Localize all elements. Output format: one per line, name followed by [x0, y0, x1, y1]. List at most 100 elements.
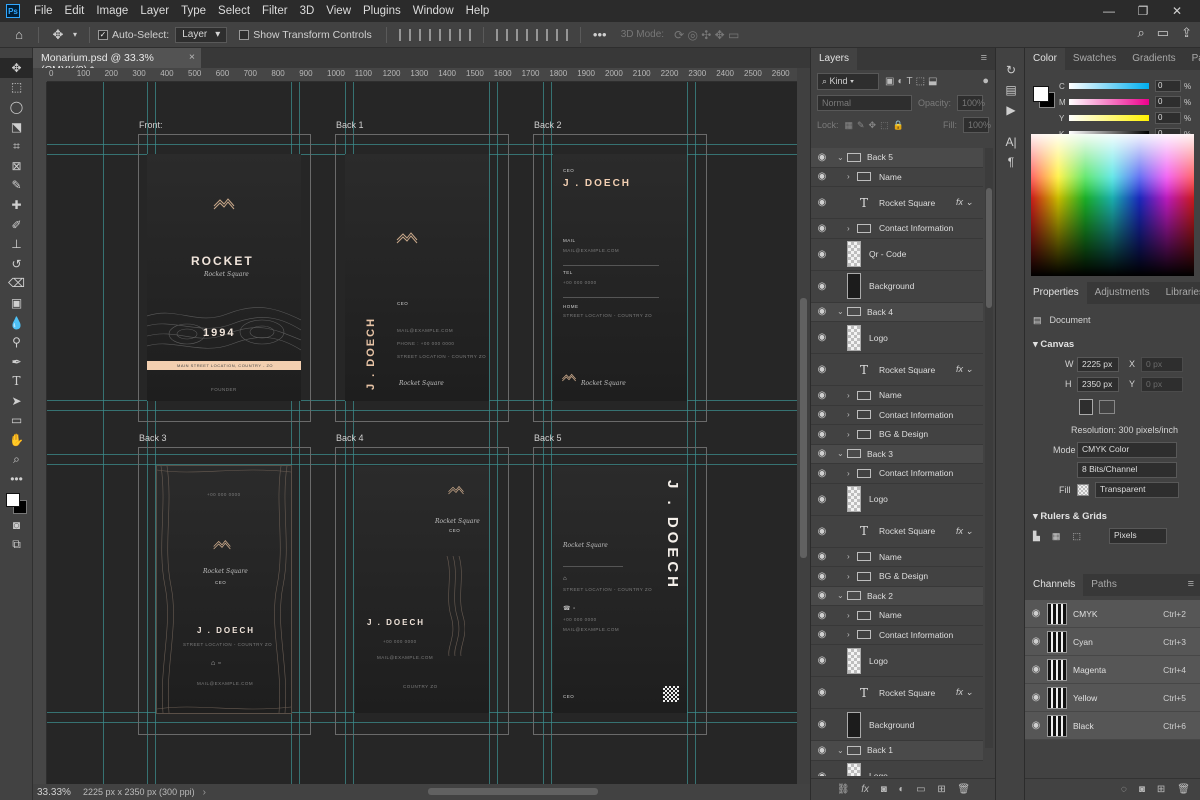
chevron-down-icon[interactable]: ▾: [69, 25, 81, 45]
visibility-eye-icon[interactable]: ◉: [811, 171, 833, 182]
fill-swatch[interactable]: [1077, 484, 1089, 496]
blend-mode-dropdown[interactable]: Normal: [817, 95, 912, 111]
history-brush-tool-icon[interactable]: ↺: [0, 254, 33, 274]
transform-controls-checkbox[interactable]: [239, 29, 250, 40]
chevron-right-icon[interactable]: ›: [847, 611, 857, 620]
layer-row[interactable]: ◉ Qr - Code: [811, 239, 983, 271]
chevron-right-icon[interactable]: ›: [847, 224, 857, 233]
layer-row[interactable]: ◉ › BG & Design: [811, 425, 983, 445]
layer-row[interactable]: ◉ Logo: [811, 484, 983, 516]
units-select[interactable]: Pixels: [1108, 528, 1167, 544]
grid-toggle-icon[interactable]: ▦: [1052, 531, 1061, 542]
visibility-eye-icon[interactable]: ◉: [1025, 608, 1047, 619]
chevron-down-icon[interactable]: ⌄: [837, 449, 847, 458]
card-back-3[interactable]: +00 000 0000 Rocket Square CEO J . DOECH…: [156, 465, 292, 714]
rulers-grids-section[interactable]: ▾ Rulers & Grids: [1025, 506, 1200, 526]
visibility-eye-icon[interactable]: ◉: [811, 223, 833, 234]
menu-view[interactable]: View: [320, 5, 357, 17]
visibility-eye-icon[interactable]: ◉: [811, 364, 833, 375]
zoom-tool-icon[interactable]: ⌕: [0, 450, 33, 470]
align-right-icon[interactable]: [438, 28, 451, 41]
visibility-eye-icon[interactable]: ◉: [1025, 720, 1047, 731]
channel-row[interactable]: ◉ Black Ctrl+6: [1025, 712, 1200, 740]
ruler-origin[interactable]: [33, 68, 47, 82]
frame-tool-icon[interactable]: ⊠: [0, 156, 33, 176]
visibility-eye-icon[interactable]: ◉: [811, 551, 833, 562]
color-swatches[interactable]: [0, 489, 32, 515]
visibility-eye-icon[interactable]: ◉: [1025, 664, 1047, 675]
channel-row[interactable]: ◉ Yellow Ctrl+5: [1025, 684, 1200, 712]
artboard-label-front[interactable]: Front:: [139, 120, 163, 130]
fill-select[interactable]: Transparent: [1095, 482, 1179, 498]
visibility-eye-icon[interactable]: ◉: [811, 281, 833, 292]
filter-icons[interactable]: ▣◐T⬚⬓: [885, 76, 941, 87]
menu-image[interactable]: Image: [90, 5, 134, 17]
marquee-tool-icon[interactable]: ⬚: [0, 78, 33, 98]
tab-libraries[interactable]: Libraries: [1158, 282, 1200, 304]
workspace-icon[interactable]: ▭: [1157, 25, 1169, 41]
document-size[interactable]: 2225 px x 2350 px (300 ppi): [83, 787, 195, 797]
add-mask-icon[interactable]: ◙: [881, 784, 887, 795]
artboard-label-back-2[interactable]: Back 2: [534, 120, 562, 130]
character-icon[interactable]: A|: [996, 132, 1026, 152]
scroll-thumb[interactable]: [800, 298, 807, 558]
layer-row[interactable]: ◉ › BG & Design: [811, 567, 983, 587]
landscape-icon[interactable]: [1099, 400, 1115, 414]
layer-row[interactable]: ◉ T Rocket Square fx ⌄: [811, 516, 983, 548]
visibility-eye-icon[interactable]: ◉: [811, 152, 833, 163]
layer-row[interactable]: ◉ › Contact Information: [811, 219, 983, 239]
chevron-right-icon[interactable]: ›: [847, 572, 857, 581]
3d-orbit-icon[interactable]: ⟳ ◎ ✣ ✥ ▭: [674, 28, 739, 42]
visibility-eye-icon[interactable]: ◉: [811, 429, 833, 440]
panel-menu-icon[interactable]: ≡: [973, 46, 995, 70]
history-icon[interactable]: ↻: [996, 60, 1026, 80]
visibility-eye-icon[interactable]: ◉: [1025, 636, 1047, 647]
dodge-tool-icon[interactable]: ⚲: [0, 332, 33, 352]
minimize-icon[interactable]: —: [1092, 4, 1126, 18]
layer-row[interactable]: ◉ Logo: [811, 645, 983, 677]
adjustment-layer-icon[interactable]: ◐: [898, 784, 904, 795]
slider-track[interactable]: [1069, 83, 1149, 89]
layer-filter-dropdown[interactable]: ⌕ Kind ▾: [817, 72, 879, 90]
document-tab[interactable]: Monarium.psd @ 33.3% (CMYK/8) * ×: [33, 48, 201, 76]
visibility-eye-icon[interactable]: ◉: [811, 306, 833, 317]
screen-mode-icon[interactable]: ⧉: [0, 535, 33, 555]
layer-row[interactable]: ◉ Background: [811, 709, 983, 741]
fx-icon[interactable]: fx ⌄: [956, 364, 973, 375]
height-input[interactable]: 2350 px: [1077, 376, 1119, 392]
status-chevron-icon[interactable]: ›: [203, 787, 206, 798]
card-back-5[interactable]: Rocket Square ⌂ STREET LOCATION - COUNTR…: [553, 466, 687, 713]
visibility-eye-icon[interactable]: ◉: [811, 590, 833, 601]
path-select-tool-icon[interactable]: ➤: [0, 391, 33, 411]
type-tool-icon[interactable]: T: [0, 372, 33, 392]
object-select-tool-icon[interactable]: ⬔: [0, 117, 33, 137]
menu-type[interactable]: Type: [175, 5, 212, 17]
close-window-icon[interactable]: ✕: [1160, 4, 1194, 18]
align-top-icon[interactable]: [458, 28, 471, 41]
home-icon[interactable]: ⌂: [8, 25, 30, 45]
canvas-horizontal-scrollbar[interactable]: [428, 788, 598, 795]
opacity-input[interactable]: 100%: [957, 95, 985, 111]
layer-row[interactable]: ◉ T Rocket Square fx ⌄: [811, 187, 983, 219]
layer-group[interactable]: ◉ ⌄ Back 5: [811, 148, 983, 168]
layer-group[interactable]: ◉ ⌄ Back 1: [811, 741, 983, 761]
distribute-horizontal-icon[interactable]: [555, 28, 568, 41]
new-layer-icon[interactable]: ⊞: [937, 784, 945, 795]
visibility-eye-icon[interactable]: ◉: [811, 719, 833, 730]
paragraph-icon[interactable]: ¶: [996, 152, 1026, 172]
visibility-eye-icon[interactable]: ◉: [811, 526, 833, 537]
mode-select[interactable]: CMYK Color: [1077, 442, 1177, 458]
fill-input[interactable]: 100%: [963, 117, 991, 133]
card-back-1[interactable]: J . DOECH CEO MAIL@EXAMPLE.COM PHONE : +…: [345, 154, 489, 401]
bits-select[interactable]: 8 Bits/Channel: [1077, 462, 1177, 478]
menu-select[interactable]: Select: [212, 5, 256, 17]
save-selection-icon[interactable]: ◙: [1139, 784, 1145, 795]
menu-edit[interactable]: Edit: [59, 5, 91, 17]
delete-layer-icon[interactable]: 🗑: [957, 784, 970, 795]
slider-track[interactable]: [1069, 99, 1149, 105]
layer-row[interactable]: ◉ › Name: [811, 168, 983, 187]
move-tool-icon[interactable]: ✥: [47, 25, 69, 45]
tab-color[interactable]: Color: [1025, 48, 1065, 70]
portrait-icon[interactable]: [1079, 399, 1093, 415]
clone-stamp-tool-icon[interactable]: ⊥: [0, 234, 33, 254]
